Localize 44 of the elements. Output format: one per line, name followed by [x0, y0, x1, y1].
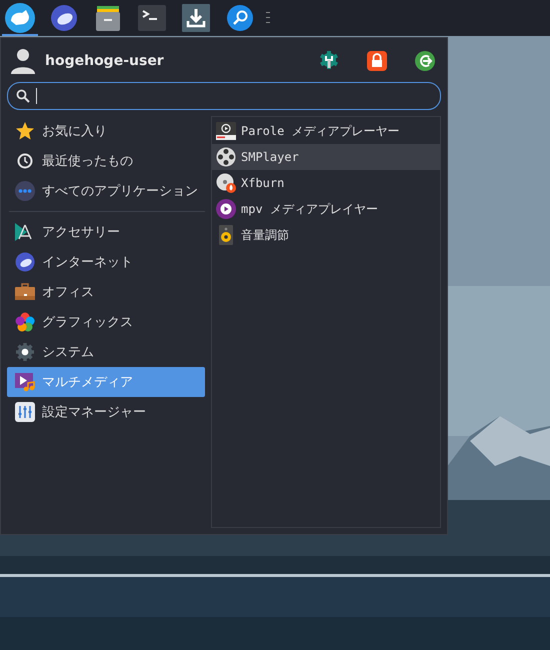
film-reel-icon [216, 147, 236, 167]
menu-item[interactable]: 最近使ったもの [7, 146, 205, 176]
category-item[interactable]: グラフィックス [7, 307, 205, 337]
logout-button[interactable] [413, 49, 437, 73]
color-petals-icon [15, 312, 35, 332]
gear-wrench-icon [319, 50, 339, 72]
gear-icon [15, 342, 35, 362]
briefcase-icon [15, 282, 35, 302]
search-field[interactable] [7, 82, 441, 110]
dots-icon [15, 181, 35, 201]
app-item[interactable]: 音量調節 [212, 222, 440, 248]
app-item[interactable]: Xfburn [212, 170, 440, 196]
category-item[interactable]: アクセサリー [7, 217, 205, 247]
globe-icon [50, 4, 78, 32]
category-item[interactable]: 設定マネージャー [7, 397, 205, 427]
app-item[interactable]: Parole メディアプレーヤー [212, 118, 440, 144]
user-icon [11, 48, 35, 74]
terminal-icon [138, 5, 166, 31]
menu-item[interactable]: お気に入り [7, 116, 205, 146]
globe-icon [15, 252, 35, 272]
app-item[interactable]: mpv メディアプレイヤー [212, 196, 440, 222]
user-name: hogehoge-user [45, 53, 165, 69]
clock-icon [15, 151, 35, 171]
category-item[interactable]: オフィス [7, 277, 205, 307]
app-item[interactable]: SMPlayer [212, 144, 440, 170]
search-icon [226, 4, 254, 32]
disc-flame-icon [216, 173, 236, 193]
star-icon [15, 121, 35, 141]
logout-icon [415, 51, 435, 71]
search-icon [16, 89, 30, 103]
category-item[interactable]: インターネット [7, 247, 205, 277]
lock-icon [367, 51, 387, 71]
download-icon [182, 4, 210, 32]
category-item[interactable]: システム [7, 337, 205, 367]
video-player-icon [216, 121, 236, 141]
speaker-icon [216, 225, 236, 245]
launcher-button[interactable] [2, 0, 38, 36]
menu-item[interactable]: すべてのアプリケーション [7, 176, 205, 206]
file-cabinet-icon [94, 4, 122, 32]
film-music-icon [15, 372, 35, 392]
play-circle-icon [216, 199, 236, 219]
lock-button[interactable] [365, 49, 389, 73]
text-cursor [36, 88, 37, 104]
sliders-icon [15, 402, 35, 422]
